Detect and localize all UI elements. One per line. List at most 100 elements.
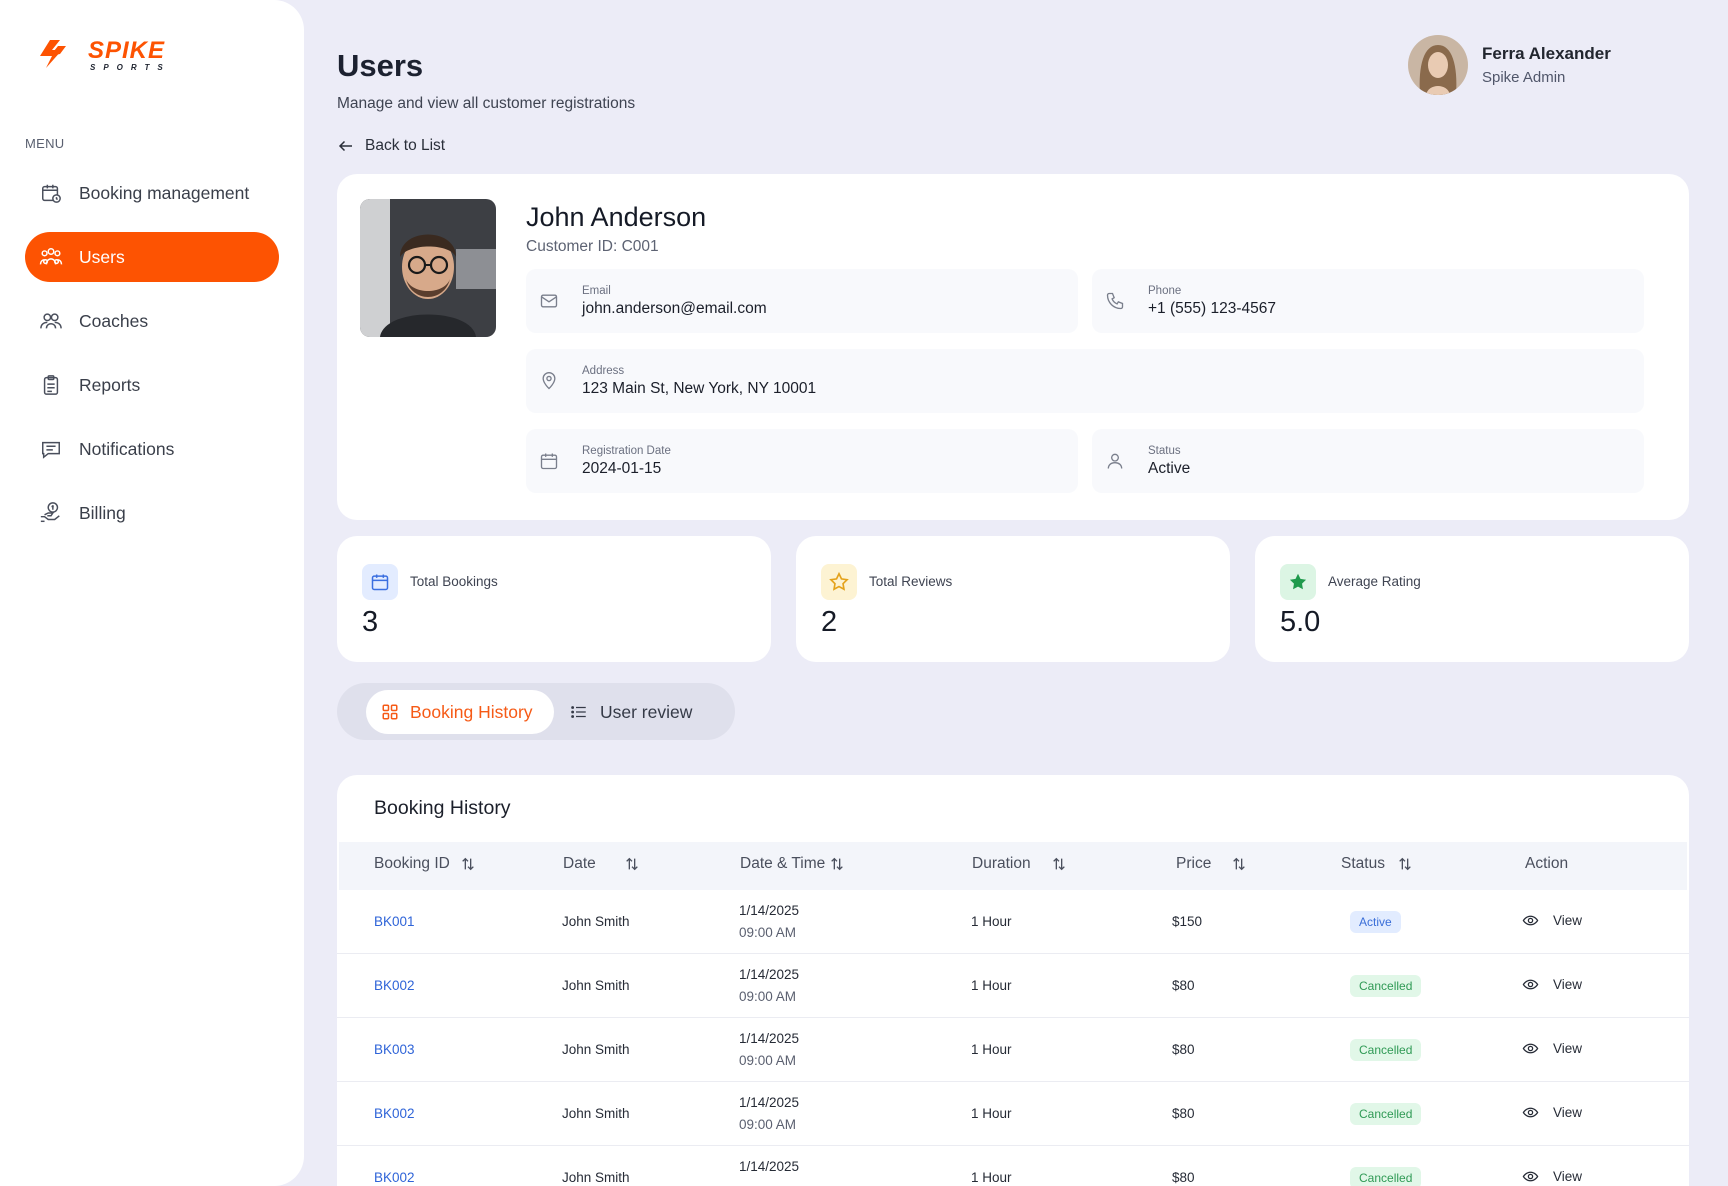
view-button[interactable]: View xyxy=(1522,1168,1582,1185)
date-time-cell: 1/14/2025 09:00 AM xyxy=(739,1092,799,1136)
list-icon xyxy=(571,706,586,718)
time-text: 09:00 AM xyxy=(739,989,797,1004)
eye-icon xyxy=(1522,915,1539,926)
column-booking-id[interactable]: Booking ID xyxy=(374,855,476,873)
status-badge: Cancelled xyxy=(1350,1167,1422,1186)
sidebar: SPIKE SPORTS MENU Booking management Use… xyxy=(0,0,304,1186)
calendar-icon xyxy=(39,181,63,205)
calendar-icon xyxy=(362,564,398,600)
eye-icon xyxy=(1522,979,1539,990)
stat-label: Average Rating xyxy=(1328,574,1421,589)
stat-total-bookings: Total Bookings 3 xyxy=(337,536,771,662)
arrow-left-icon xyxy=(338,140,352,152)
status-badge: Cancelled xyxy=(1350,1103,1422,1125)
customer-name-cell: John Smith xyxy=(562,1042,630,1057)
price-cell: $80 xyxy=(1172,1042,1195,1057)
time-text: 09:00 AM xyxy=(739,1117,797,1132)
table-row: BK002 John Smith 1/14/2025 09:00 AM 1 Hou… xyxy=(337,954,1689,1018)
booking-id-link[interactable]: BK002 xyxy=(374,1170,415,1185)
time-text: 09:00 AM xyxy=(739,1053,797,1068)
status-field: Status Active xyxy=(1092,429,1644,493)
view-button[interactable]: View xyxy=(1522,1104,1582,1121)
table-title: Booking History xyxy=(374,797,511,819)
stat-average-rating: Average Rating 5.0 xyxy=(1255,536,1689,662)
duration-cell: 1 Hour xyxy=(971,1170,1012,1185)
sidebar-item-billing[interactable]: Billing xyxy=(25,488,279,538)
star-outline-icon xyxy=(821,564,857,600)
column-date[interactable]: Date xyxy=(563,855,640,873)
customer-name-cell: John Smith xyxy=(562,1106,630,1121)
registration-date-value: 2024-01-15 xyxy=(582,459,662,477)
column-label: Action xyxy=(1525,855,1569,872)
svg-text:SPIKE: SPIKE xyxy=(88,37,165,64)
grid-icon xyxy=(382,704,398,720)
address-label: Address xyxy=(582,364,625,377)
tab-bar: Booking History User review xyxy=(337,683,735,740)
phone-icon xyxy=(1104,290,1126,312)
booking-id-link[interactable]: BK001 xyxy=(374,914,415,929)
back-to-list-link[interactable]: Back to List xyxy=(337,137,445,155)
customer-name: John Anderson xyxy=(526,202,707,232)
spike-sports-logo[interactable]: SPIKE SPORTS xyxy=(36,34,196,74)
column-label: Date xyxy=(563,855,596,872)
sidebar-item-booking-management[interactable]: Booking management xyxy=(25,168,279,218)
date-text: 1/14/2025 xyxy=(739,903,800,918)
phone-label: Phone xyxy=(1148,284,1182,297)
date-time-cell: 1/14/2025 09:00 AM xyxy=(739,964,799,1008)
date-text: 1/14/2025 xyxy=(739,1095,800,1110)
stat-label: Total Bookings xyxy=(410,574,498,589)
calendar-icon xyxy=(538,450,560,472)
sidebar-item-reports[interactable]: Reports xyxy=(25,360,279,410)
phone-field: Phone +1 (555) 123-4567 xyxy=(1092,269,1644,333)
profile-name: Ferra Alexander xyxy=(1482,44,1611,63)
view-button[interactable]: View xyxy=(1522,912,1582,929)
time-text: 09:00 AM xyxy=(739,925,797,940)
booking-id-link[interactable]: BK002 xyxy=(374,1106,415,1121)
column-duration[interactable]: Duration xyxy=(972,855,1067,873)
back-label: Back to List xyxy=(365,137,446,154)
view-button[interactable]: View xyxy=(1522,976,1582,993)
phone-value: +1 (555) 123-4567 xyxy=(1148,299,1276,317)
user-profile[interactable]: Ferra Alexander Spike Admin xyxy=(1408,35,1611,95)
tab-label: Booking History xyxy=(410,701,533,722)
sort-icon xyxy=(831,857,844,871)
sidebar-item-notifications[interactable]: Notifications xyxy=(25,424,279,474)
stat-value: 3 xyxy=(362,606,379,638)
sort-icon xyxy=(1052,857,1065,871)
sidebar-item-label: Billing xyxy=(79,502,126,523)
status-badge: Cancelled xyxy=(1350,975,1422,997)
stat-value: 2 xyxy=(821,606,838,638)
column-date-time[interactable]: Date & Time xyxy=(740,855,845,873)
table-header: Booking ID Date Date & Time Duration Pri… xyxy=(339,842,1687,890)
column-action: Action xyxy=(1525,855,1568,873)
column-label: Booking ID xyxy=(374,855,450,872)
page-title: Users xyxy=(337,48,424,83)
sort-icon xyxy=(625,857,638,871)
customer-name-cell: John Smith xyxy=(562,1170,630,1185)
column-price[interactable]: Price xyxy=(1176,855,1247,873)
sidebar-item-coaches[interactable]: Coaches xyxy=(25,296,279,346)
price-cell: $80 xyxy=(1172,1106,1195,1121)
booking-id-link[interactable]: BK003 xyxy=(374,1042,415,1057)
booking-id-link[interactable]: BK002 xyxy=(374,978,415,993)
view-label: View xyxy=(1553,1105,1583,1120)
svg-text:SPORTS: SPORTS xyxy=(90,63,171,72)
clipboard-icon xyxy=(39,373,63,397)
sidebar-item-users[interactable]: Users xyxy=(25,232,279,282)
date-text: 1/14/2025 xyxy=(739,1031,800,1046)
booking-history-table: Booking History Booking ID Date Date & T… xyxy=(337,775,1689,1186)
stat-value: 5.0 xyxy=(1280,606,1321,638)
person-icon xyxy=(1104,450,1126,472)
date-time-cell: 1/14/2025 09:00 AM xyxy=(739,900,799,944)
email-field: Email john.anderson@email.com xyxy=(526,269,1078,333)
status-label: Status xyxy=(1148,444,1181,457)
view-label: View xyxy=(1553,1169,1583,1184)
view-button[interactable]: View xyxy=(1522,1040,1582,1057)
tab-booking-history[interactable]: Booking History xyxy=(366,690,554,734)
coaches-icon xyxy=(39,309,63,333)
tab-user-review[interactable]: User review xyxy=(569,690,719,734)
column-status[interactable]: Status xyxy=(1341,855,1413,873)
eye-icon xyxy=(1522,1107,1539,1118)
tab-label: User review xyxy=(600,701,693,722)
address-field: Address 123 Main St, New York, NY 10001 xyxy=(526,349,1644,413)
